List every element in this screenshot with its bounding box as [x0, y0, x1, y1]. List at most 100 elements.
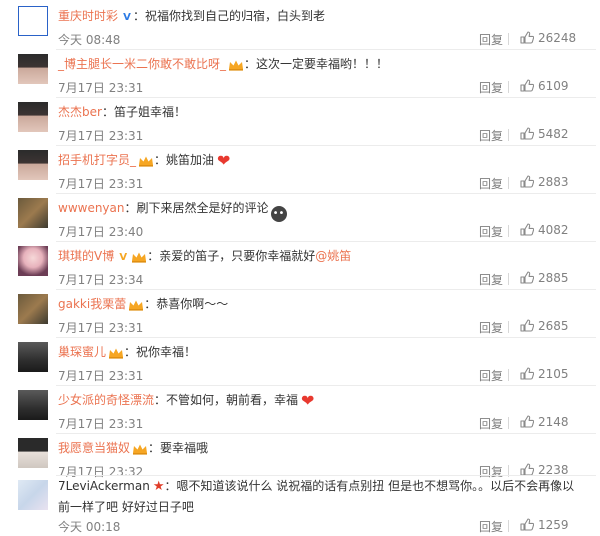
- comment-body: 巢琛蜜儿 ：祝你幸福！: [58, 344, 590, 360]
- reply-button[interactable]: 回复: [479, 79, 503, 96]
- username-link[interactable]: 招手机打字员_: [58, 153, 136, 167]
- comment-text: ：刷下来居然全是好的评论: [124, 201, 269, 215]
- vip-icon: [133, 444, 148, 455]
- action-divider: [508, 321, 509, 333]
- comment-timestamp: 7月17日 23:31: [58, 321, 144, 335]
- face-emoji-icon: ••: [270, 206, 287, 222]
- username-link[interactable]: 琪琪的V博: [58, 249, 114, 263]
- vip-icon: [139, 156, 154, 167]
- reply-button[interactable]: 回复: [479, 319, 503, 336]
- star-icon: ★: [152, 479, 165, 494]
- comment-body: _博主腿长一米二你敢不敢比呀_ ：这次一定要幸福哟！！！: [58, 56, 590, 72]
- action-divider: [508, 417, 509, 429]
- comment-divider: [56, 241, 596, 242]
- avatar[interactable]: [18, 198, 48, 228]
- like-count: 2883: [538, 175, 569, 189]
- reply-button[interactable]: 回复: [479, 175, 503, 192]
- comment-list: 重庆时时彩 V ：祝福你找到自己的归宿，白头到老 今天 08:48 回复 26248 _博主…: [0, 0, 600, 536]
- username-link[interactable]: gakki我栗蕾: [58, 297, 126, 311]
- username-link[interactable]: 少女派的奇怪漂流: [58, 393, 154, 407]
- vip-icon: [229, 60, 244, 71]
- vip-icon: [132, 252, 147, 263]
- like-button[interactable]: 1259: [520, 518, 569, 532]
- thumbs-up-icon: [520, 79, 535, 92]
- thumbs-up-icon: [520, 223, 535, 236]
- comment-body: 杰杰ber：笛子姐幸福！: [58, 104, 590, 120]
- action-divider: [508, 273, 509, 285]
- comment-divider: [56, 289, 596, 290]
- like-button[interactable]: 2148: [520, 415, 569, 429]
- like-button[interactable]: 6109: [520, 79, 569, 93]
- verified-icon: V: [123, 12, 131, 23]
- like-count: 6109: [538, 79, 569, 93]
- username-link[interactable]: 7LeviAckerman: [58, 479, 150, 493]
- action-divider: [508, 225, 509, 237]
- reply-button[interactable]: 回复: [479, 518, 503, 535]
- reply-button[interactable]: 回复: [479, 415, 503, 432]
- verified-icon: V: [119, 252, 128, 263]
- avatar[interactable]: [18, 6, 48, 36]
- thumbs-up-icon: [520, 175, 535, 188]
- reply-button[interactable]: 回复: [479, 367, 503, 384]
- avatar[interactable]: [18, 54, 48, 84]
- thumbs-up-icon: [520, 415, 535, 428]
- thumbs-up-icon: [520, 127, 535, 140]
- comment-timestamp: 7月17日 23:34: [58, 273, 144, 287]
- comment-text: ：这次一定要幸福哟！！！: [244, 57, 389, 71]
- avatar[interactable]: [18, 480, 48, 510]
- username-link[interactable]: _博主腿长一米二你敢不敢比呀_: [58, 57, 226, 71]
- reply-button[interactable]: 回复: [479, 127, 503, 144]
- comment-timestamp: 7月17日 23:31: [58, 81, 144, 95]
- comment-text: ：不管如何，朝前看，幸福: [154, 393, 299, 407]
- action-divider: [508, 33, 509, 45]
- like-button[interactable]: 2885: [520, 271, 569, 285]
- username-link[interactable]: 杰杰ber: [58, 105, 102, 119]
- comment-body: wwwenyan：刷下来居然全是好的评论 ••: [58, 200, 590, 222]
- like-count: 2148: [538, 415, 569, 429]
- comment-text: ：恭喜你啊～～: [144, 297, 229, 311]
- comment-timestamp: 7月17日 23:31: [58, 417, 144, 431]
- like-button[interactable]: 2105: [520, 367, 569, 381]
- comment-text: ：笛子姐幸福！: [101, 105, 186, 119]
- comment-body: 重庆时时彩 V ：祝福你找到自己的归宿，白头到老: [58, 8, 590, 24]
- comment-timestamp: 7月17日 23:40: [58, 225, 144, 239]
- like-button[interactable]: 4082: [520, 223, 569, 237]
- comment-divider: [56, 97, 596, 98]
- username-link[interactable]: 我愿意当猫奴: [58, 441, 130, 455]
- avatar[interactable]: [18, 150, 48, 180]
- avatar[interactable]: [18, 438, 48, 468]
- comment-text: ：亲爱的笛子，只要你幸福就好: [147, 249, 316, 263]
- comment-divider: [56, 49, 596, 50]
- like-count: 4082: [538, 223, 569, 237]
- comment-timestamp: 7月17日 23:31: [58, 129, 144, 143]
- comment-body: 少女派的奇怪漂流：不管如何，朝前看，幸福 ❤: [58, 392, 590, 409]
- username-link[interactable]: wwwenyan: [58, 201, 125, 215]
- thumbs-up-icon: [520, 518, 535, 531]
- mention-link[interactable]: @姚笛: [315, 249, 351, 263]
- avatar[interactable]: [18, 102, 48, 132]
- like-button[interactable]: 2685: [520, 319, 569, 333]
- avatar[interactable]: [18, 342, 48, 372]
- comment-divider: [56, 145, 596, 146]
- reply-button[interactable]: 回复: [479, 31, 503, 48]
- comment-text: ：姚笛加油: [154, 153, 215, 167]
- username-link[interactable]: 巢琛蜜儿: [58, 345, 106, 359]
- comment-body: gakki我栗蕾 ：恭喜你啊～～: [58, 296, 590, 312]
- vip-icon: [109, 348, 124, 359]
- action-divider: [508, 520, 509, 532]
- like-count: 1259: [538, 518, 569, 532]
- like-count: 5482: [538, 127, 569, 141]
- avatar[interactable]: [18, 294, 48, 324]
- like-button[interactable]: 26248: [520, 31, 576, 45]
- comment-body: 琪琪的V博 V ：亲爱的笛子，只要你幸福就好@姚笛: [58, 248, 590, 264]
- like-count: 2885: [538, 271, 569, 285]
- username-link[interactable]: 重庆时时彩: [58, 9, 118, 23]
- comment-body: 7LeviAckerman ★：嗯不知道该说什么 说祝福的话有点别扭 但是也不想骂…: [58, 476, 576, 518]
- like-button[interactable]: 2883: [520, 175, 569, 189]
- like-button[interactable]: 5482: [520, 127, 569, 141]
- reply-button[interactable]: 回复: [479, 223, 503, 240]
- reply-button[interactable]: 回复: [479, 271, 503, 288]
- avatar[interactable]: [18, 246, 48, 276]
- avatar[interactable]: [18, 390, 48, 420]
- like-count: 2685: [538, 319, 569, 333]
